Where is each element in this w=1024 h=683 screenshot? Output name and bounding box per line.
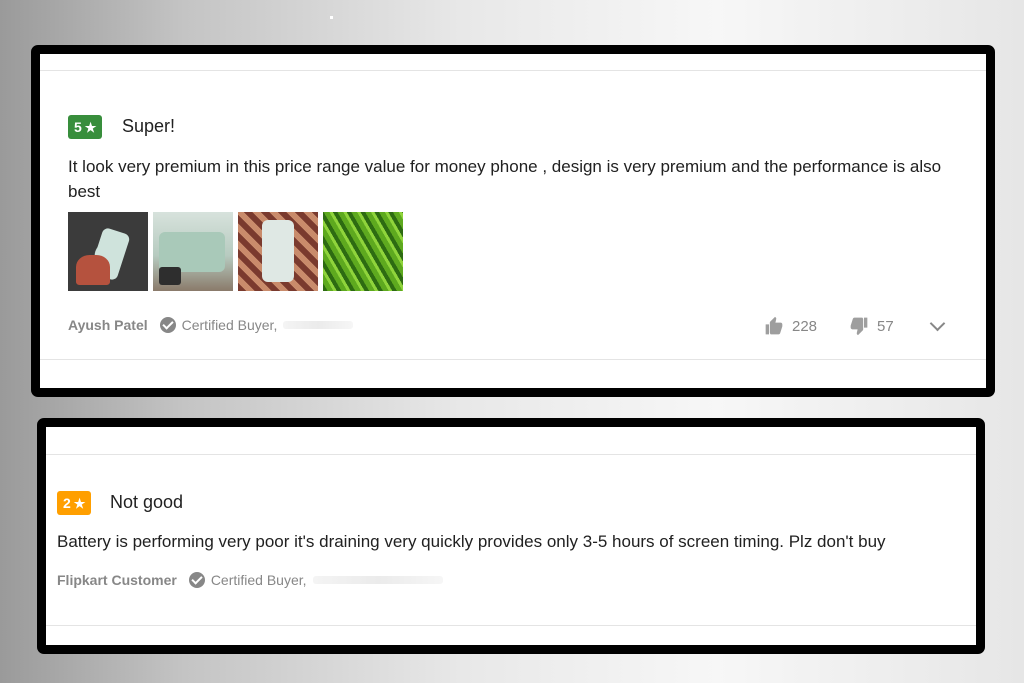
phone-in-hand-photo[interactable] — [68, 212, 148, 291]
review-title: Not good — [110, 492, 184, 512]
check-circle-icon — [188, 572, 205, 588]
redacted-location — [312, 576, 443, 584]
rating-badge: 5 ★ — [68, 115, 103, 139]
redacted-location — [283, 321, 354, 329]
rating-badge: 2 ★ — [57, 491, 92, 515]
star-icon: ★ — [84, 119, 97, 135]
review-photos — [68, 212, 403, 291]
dislike-button[interactable]: 57 — [849, 316, 894, 336]
dislike-count: 57 — [877, 317, 894, 335]
phone-back-photo[interactable] — [153, 212, 233, 291]
phone-on-cloth-photo[interactable] — [238, 212, 318, 291]
reviewer-name: Ayush Patel — [68, 317, 148, 333]
bottom-divider — [46, 625, 976, 626]
bottom-divider — [40, 359, 986, 360]
thumbs-down-icon — [850, 317, 868, 336]
rating-value: 5 — [74, 119, 82, 135]
chevron-down-icon[interactable] — [929, 315, 946, 332]
review-text: Battery is performing very poor it's dra… — [57, 532, 886, 551]
certified-buyer-label: Certified Buyer, — [210, 572, 307, 588]
like-button[interactable]: 228 — [764, 316, 817, 336]
thumbs-up-icon — [765, 316, 783, 335]
check-circle-icon — [159, 317, 176, 333]
review-title: Super! — [122, 116, 176, 136]
review-text: It look very premium in this price range… — [68, 157, 942, 201]
star-icon: ★ — [73, 495, 86, 511]
reviewer-name: Flipkart Customer — [57, 572, 177, 588]
green-grass-photo[interactable] — [323, 212, 403, 291]
reviewer-info: Ayush Patel Certified Buyer, — [68, 317, 354, 333]
reviewer-info: Flipkart Customer Certified Buyer, — [57, 572, 443, 588]
rating-value: 2 — [63, 495, 71, 511]
review-card-1: 5 ★ Super! It look very premium in this … — [31, 45, 995, 397]
decorative-dot — [330, 16, 333, 19]
top-divider — [40, 70, 986, 71]
top-divider — [46, 454, 976, 455]
review-card-2: 2 ★ Not good Battery is performing very … — [37, 418, 985, 654]
like-count: 228 — [792, 317, 818, 335]
certified-buyer-label: Certified Buyer, — [181, 317, 278, 333]
